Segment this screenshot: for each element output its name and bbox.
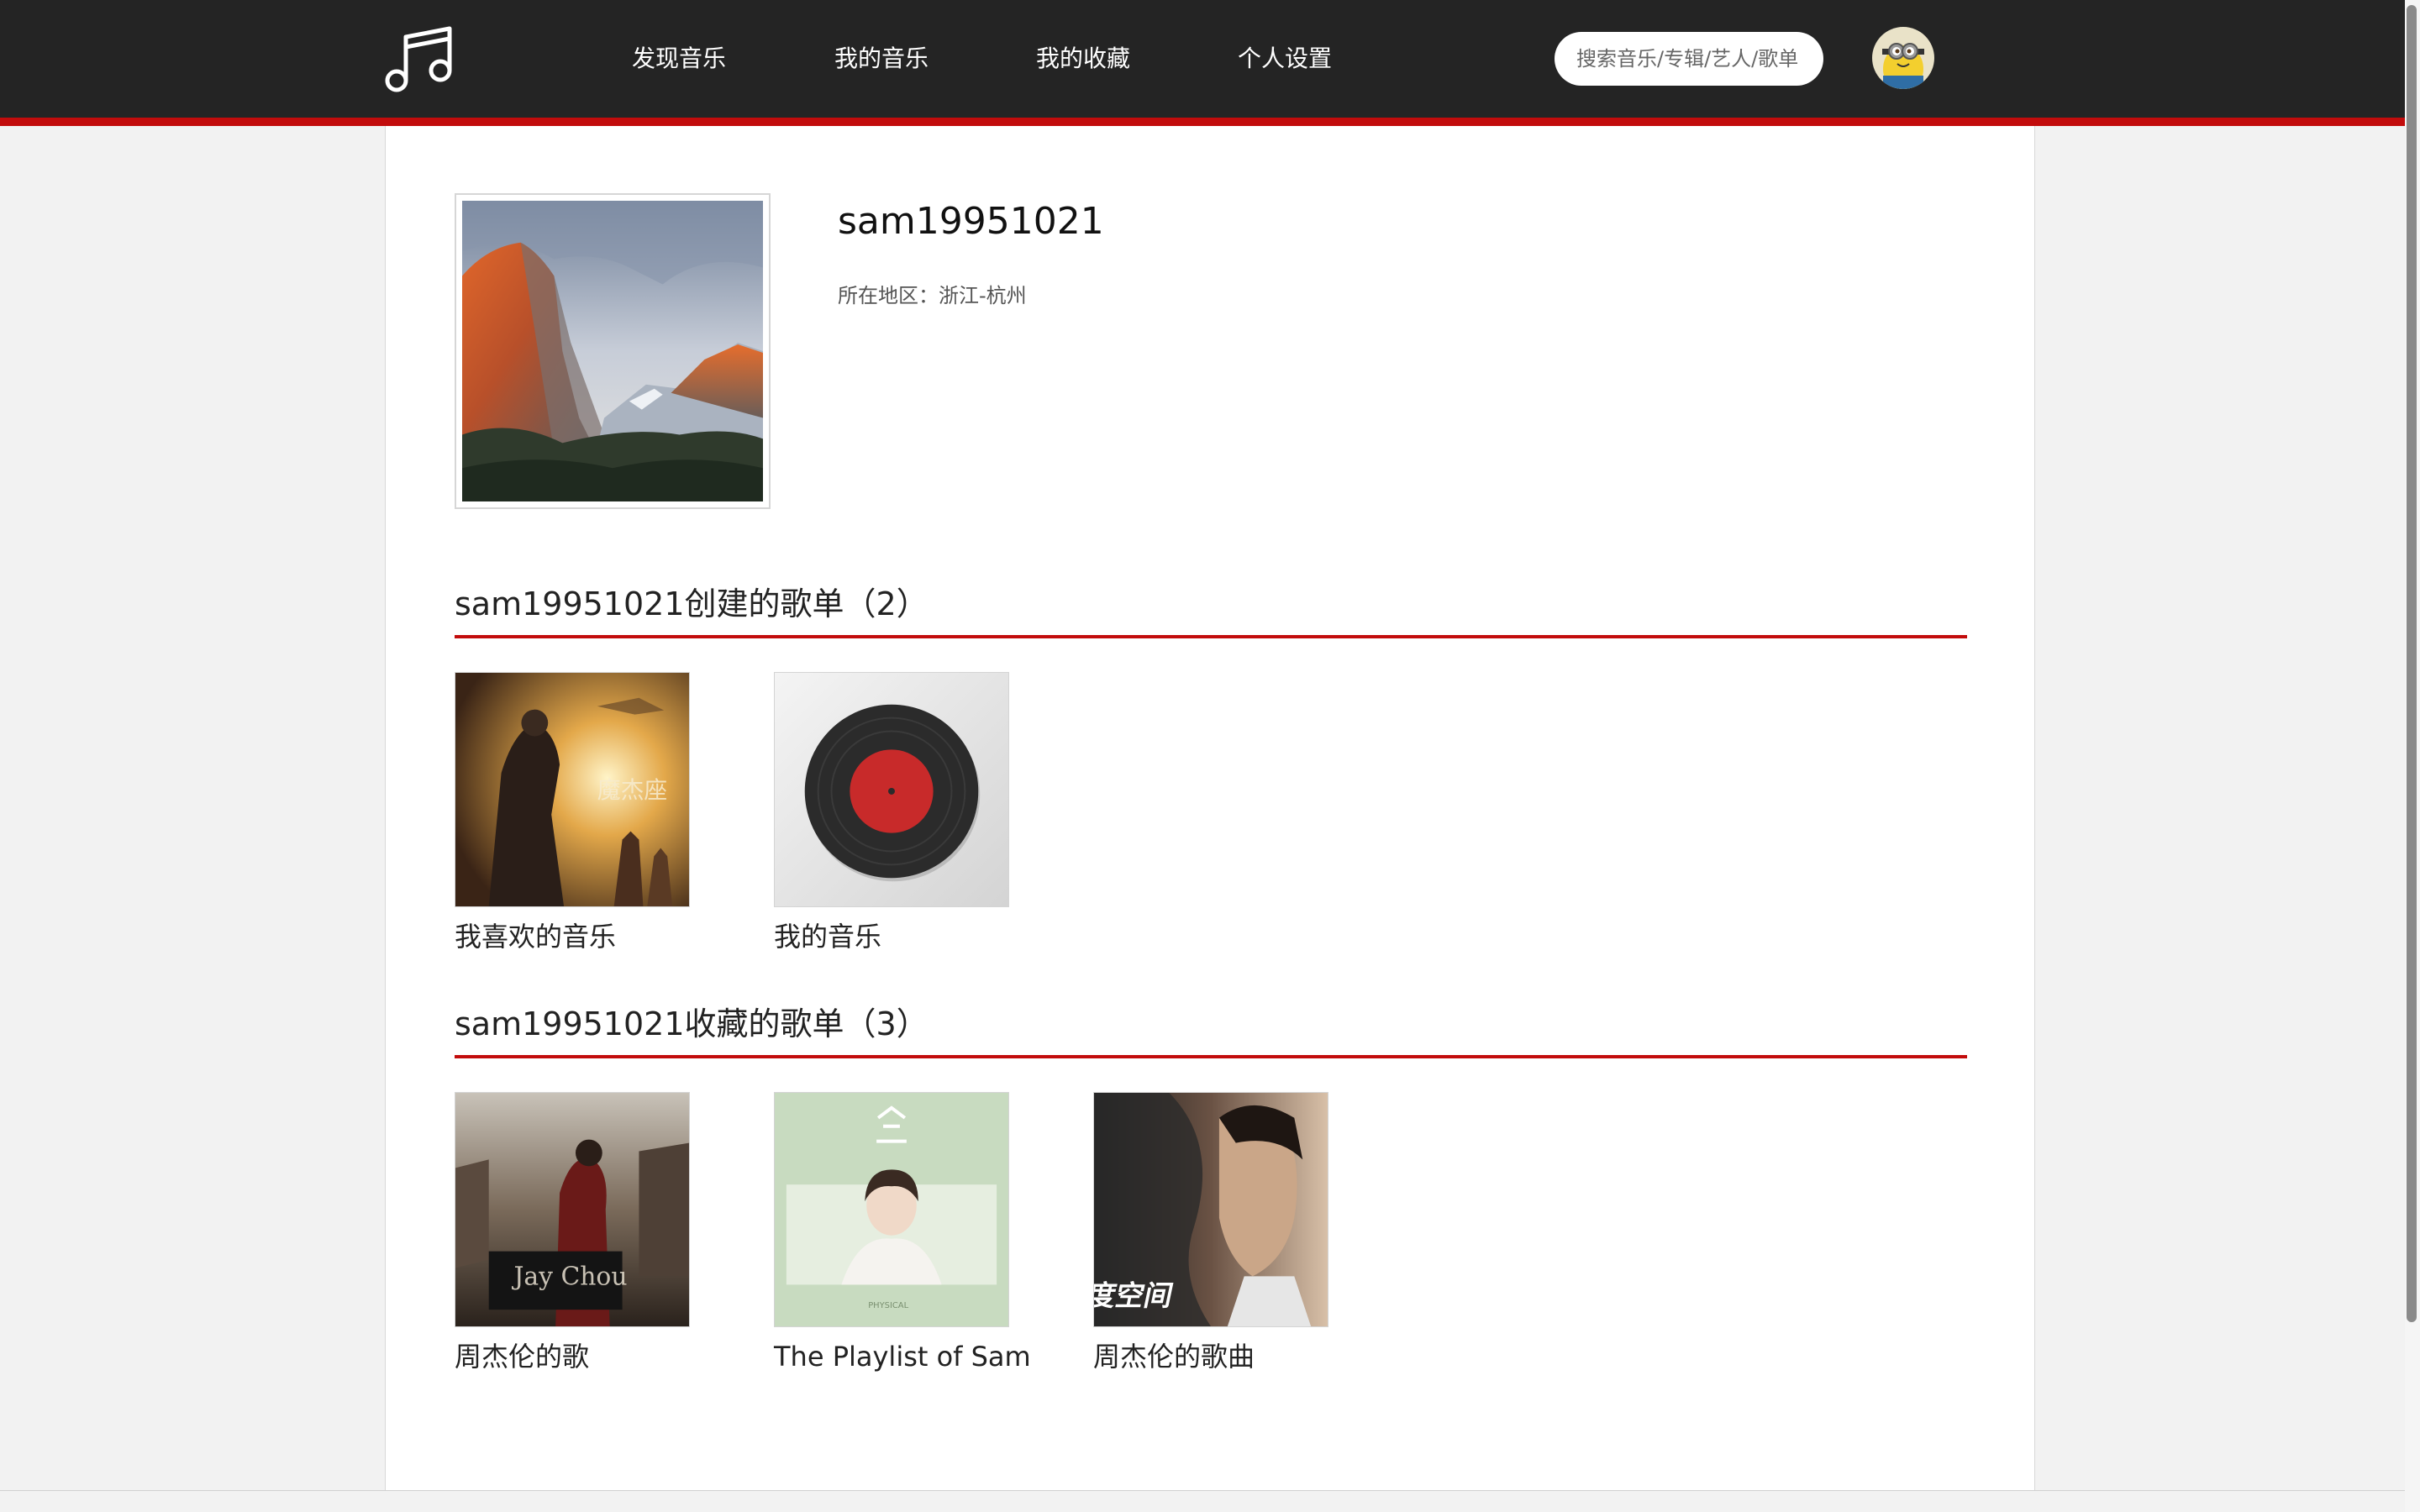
nav-settings[interactable]: 个人设置 <box>1238 40 1332 77</box>
profile-username: sam19951021 <box>838 200 1104 243</box>
search-input[interactable] <box>1555 32 1823 86</box>
svg-text:八度空间: 八度空间 <box>1094 1280 1176 1314</box>
playlist-title[interactable]: 周杰伦的歌 <box>455 1339 690 1374</box>
playlist-title[interactable]: 周杰伦的歌曲 <box>1093 1339 1328 1374</box>
playlist-card[interactable]: PHYSICAL The Playlist of Sam <box>774 1092 1031 1374</box>
section-divider <box>455 1055 1967 1058</box>
playlist-cover-image[interactable]: 魔杰座 <box>455 672 690 907</box>
profile-photo <box>455 193 771 509</box>
playlist-cover-image[interactable]: PHYSICAL <box>774 1092 1009 1327</box>
nav-my-music[interactable]: 我的音乐 <box>834 40 929 77</box>
section-divider <box>455 635 1967 638</box>
created-playlists-heading: sam19951021创建的歌单（2） <box>455 585 929 622</box>
scrollbar-thumb[interactable] <box>2407 5 2417 1322</box>
svg-text:PHYSICAL: PHYSICAL <box>868 1301 908 1310</box>
page-bottom-border <box>0 1490 2420 1491</box>
music-note-logo-icon[interactable] <box>383 24 455 96</box>
minion-avatar-icon <box>1872 27 1934 89</box>
playlist-card[interactable]: 魔杰座 我喜欢的音乐 <box>455 672 690 954</box>
playlist-title[interactable]: 我的音乐 <box>774 919 1009 954</box>
collected-playlists-heading: sam19951021收藏的歌单（3） <box>455 1005 929 1042</box>
nav-accent-bar <box>0 118 2420 126</box>
playlist-card[interactable]: 我的音乐 <box>774 672 1009 954</box>
playlist-title[interactable]: The Playlist of Sam <box>774 1339 1031 1374</box>
playlist-title[interactable]: 我喜欢的音乐 <box>455 919 690 954</box>
top-nav-bar: 发现音乐 我的音乐 我的收藏 个人设置 <box>0 0 2420 118</box>
vinyl-record-icon <box>775 673 1008 906</box>
user-avatar[interactable] <box>1872 27 1934 89</box>
playlist-card[interactable]: 八度空间 周杰伦的歌曲 <box>1093 1092 1328 1374</box>
profile-location: 所在地区：浙江-杭州 <box>838 284 1027 307</box>
playlist-cover-image[interactable] <box>774 672 1009 907</box>
svg-text:魔杰座: 魔杰座 <box>597 776 667 804</box>
playlist-cover-image[interactable]: Jay Chou <box>455 1092 690 1327</box>
svg-text:Jay Chou: Jay Chou <box>512 1262 628 1291</box>
nav-my-favorites[interactable]: 我的收藏 <box>1036 40 1130 77</box>
profile-panel: sam19951021 所在地区：浙江-杭州 sam19951021创建的歌单（… <box>385 126 2035 1491</box>
nav-discover-music[interactable]: 发现音乐 <box>632 40 726 77</box>
playlist-card[interactable]: Jay Chou 周杰伦的歌 <box>455 1092 690 1374</box>
playlist-cover-image[interactable]: 八度空间 <box>1093 1092 1328 1327</box>
